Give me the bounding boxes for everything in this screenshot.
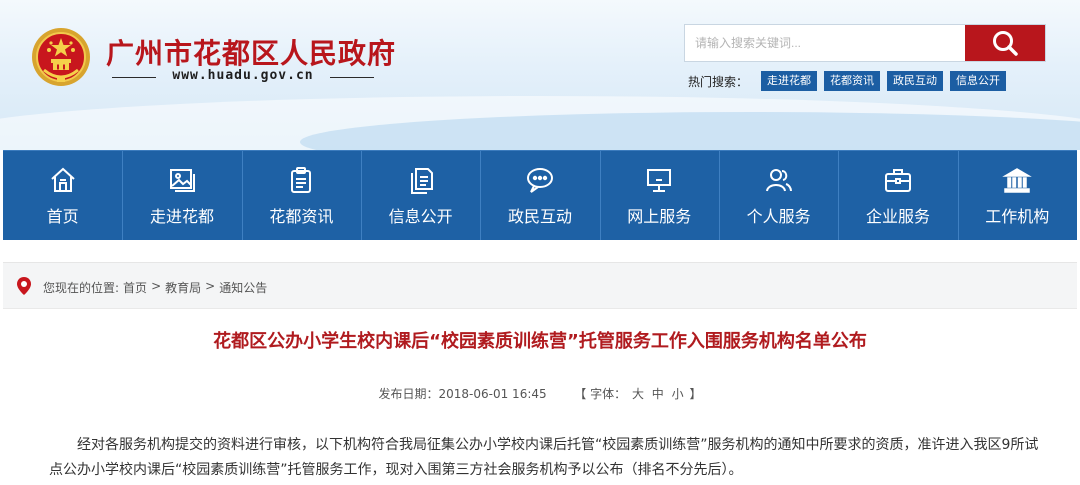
font-size-small[interactable]: 小: [672, 387, 684, 401]
search-box: [684, 24, 1046, 62]
nav-item-home[interactable]: 首页: [3, 151, 122, 240]
hot-tag-zixun[interactable]: 花都资讯: [824, 71, 881, 91]
article-title: 花都区公办小学生校内课后“校园素质训练营”托管服务工作入围服务机构名单公布: [213, 331, 867, 352]
breadcrumb-bar: 您现在的位置: 首页 > 教育局 > 通知公告: [3, 263, 1077, 309]
main-nav: 首页 走进花都 花都资讯 信息公开 政民互动 网上服务 个人服务 企业服务 工作…: [3, 150, 1077, 240]
briefcase-icon: [883, 165, 913, 195]
url-divider-left: [112, 77, 156, 78]
nav-label: 首页: [46, 206, 79, 226]
site-header: 广州市花都区人民政府 www.huadu.gov.cn 热门搜索： 走进花都 花…: [0, 0, 1080, 150]
nav-label: 花都资讯: [269, 206, 334, 226]
breadcrumb-prefix: 您现在的位置:: [43, 281, 120, 295]
nav-item-geren[interactable]: 个人服务: [718, 151, 838, 240]
monitor-icon: [644, 165, 674, 195]
nav-item-wangshang[interactable]: 网上服务: [599, 151, 719, 240]
breadcrumb-separator: >: [151, 279, 162, 293]
nav-item-jigou[interactable]: 工作机构: [957, 151, 1077, 240]
article-panel: 您现在的位置: 首页 > 教育局 > 通知公告 花都区公办小学生校内课后“校园素…: [3, 262, 1077, 485]
site-url-line: www.huadu.gov.cn: [112, 68, 374, 86]
font-size-large[interactable]: 大: [632, 387, 644, 401]
font-size-open: 【 字体：: [574, 387, 627, 401]
location-pin-icon: [17, 277, 31, 295]
breadcrumb: 您现在的位置: 首页 > 教育局 > 通知公告: [43, 279, 267, 296]
publish-date-label: 发布日期：: [378, 387, 439, 401]
people-icon: [764, 165, 794, 195]
hot-search-bar: 热门搜索： 走进花都 花都资讯 政民互动 信息公开: [688, 71, 1007, 91]
site-title[interactable]: 广州市花都区人民政府: [106, 32, 396, 72]
font-size-close: 】: [689, 387, 702, 401]
nav-label: 信息公开: [388, 206, 453, 226]
chat-icon: [525, 165, 555, 195]
hot-search-label: 热门搜索：: [688, 74, 749, 89]
search-input[interactable]: [685, 25, 965, 61]
nav-label: 网上服务: [627, 206, 692, 226]
article-meta: 发布日期：2018-06-01 16:45 【 字体： 大 中 小 】: [3, 385, 1077, 402]
url-divider-right: [330, 77, 374, 78]
nav-item-hudong[interactable]: 政民互动: [480, 151, 599, 240]
nav-item-zoujin[interactable]: 走进花都: [122, 151, 241, 240]
site-url[interactable]: www.huadu.gov.cn: [162, 68, 324, 83]
breadcrumb-home[interactable]: 首页: [123, 279, 147, 296]
home-icon: [48, 165, 78, 195]
breadcrumb-notices[interactable]: 通知公告: [219, 279, 267, 296]
hot-tag-gongkai[interactable]: 信息公开: [950, 71, 1007, 91]
nav-item-qiye[interactable]: 企业服务: [838, 151, 957, 240]
hot-tag-zoujin[interactable]: 走进花都: [761, 71, 818, 91]
breadcrumb-education-bureau[interactable]: 教育局: [165, 279, 201, 296]
institution-icon: [1002, 165, 1033, 195]
national-emblem-icon[interactable]: [30, 26, 92, 88]
font-size-medium[interactable]: 中: [652, 387, 664, 401]
nav-label: 企业服务: [865, 206, 930, 226]
nav-item-gongkai[interactable]: 信息公开: [360, 151, 480, 240]
search-button[interactable]: [965, 25, 1045, 61]
search-icon: [993, 31, 1018, 56]
article-paragraph: 经对各服务机构提交的资料进行审核，以下机构符合我局征集公办小学校内课后托管“校园…: [49, 437, 1039, 478]
breadcrumb-separator: >: [205, 279, 216, 293]
nav-item-zixun[interactable]: 花都资讯: [241, 151, 361, 240]
nav-label: 政民互动: [507, 206, 572, 226]
hot-tag-hudong[interactable]: 政民互动: [887, 71, 944, 91]
nav-label: 个人服务: [746, 206, 811, 226]
publish-date: 2018-06-01 16:45: [438, 387, 547, 401]
clipboard-icon: [286, 165, 316, 195]
nav-label: 工作机构: [985, 206, 1050, 226]
document-icon: [406, 165, 436, 195]
nav-label: 走进花都: [149, 206, 214, 226]
picture-icon: [167, 165, 197, 195]
nav-spacer: [0, 240, 1080, 262]
